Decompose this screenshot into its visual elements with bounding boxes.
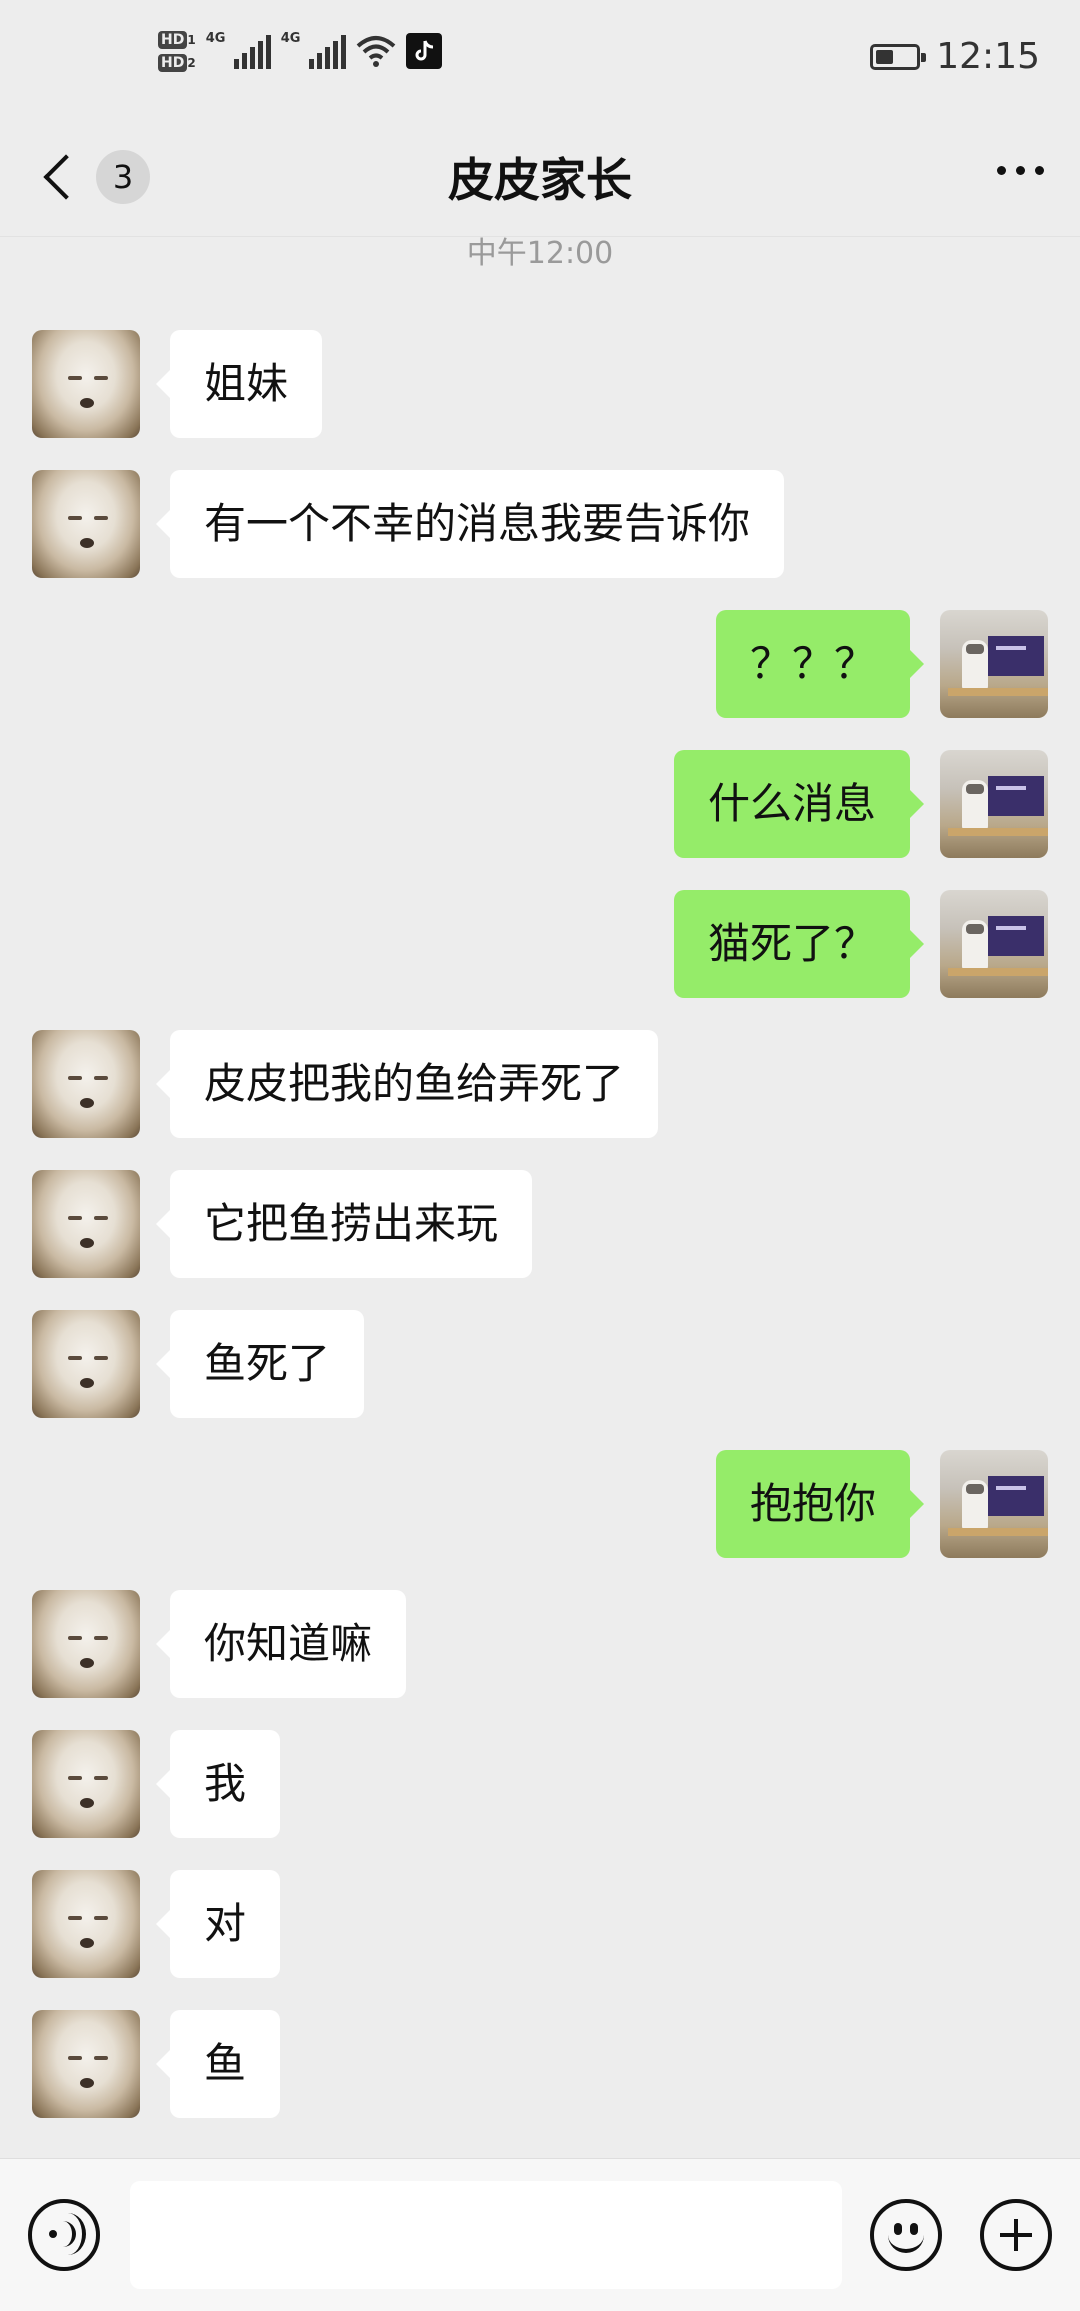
input-bar bbox=[0, 2158, 1080, 2311]
incoming-message-bubble[interactable]: 皮皮把我的鱼给弄死了 bbox=[156, 1030, 658, 1138]
signal-icon-2: 4G bbox=[280, 31, 346, 69]
more-dot bbox=[1035, 166, 1044, 175]
self-avatar[interactable] bbox=[940, 890, 1048, 998]
more-dot bbox=[997, 166, 1006, 175]
contact-avatar[interactable] bbox=[32, 1310, 140, 1418]
message-row: 皮皮把我的鱼给弄死了 bbox=[0, 1030, 1080, 1138]
signal-icon: 4G bbox=[205, 31, 271, 69]
message-row: 姐妹 bbox=[0, 330, 1080, 438]
message-row: 我 bbox=[0, 1730, 1080, 1838]
time-separator: 中午12:00 bbox=[466, 236, 614, 271]
message-input[interactable] bbox=[130, 2181, 842, 2289]
battery-icon bbox=[870, 43, 927, 70]
contact-avatar[interactable] bbox=[32, 1590, 140, 1698]
message-row: 抱抱你 bbox=[0, 1450, 1080, 1558]
network-type-label-2: 4G bbox=[280, 31, 301, 46]
self-avatar[interactable] bbox=[940, 610, 1048, 718]
message-row: 鱼 bbox=[0, 2010, 1080, 2118]
incoming-message-bubble[interactable]: 我 bbox=[156, 1730, 280, 1838]
message-row: 你知道嘛 bbox=[0, 1590, 1080, 1698]
hd1-sub: 1 bbox=[187, 33, 196, 47]
message-row: 对 bbox=[0, 1870, 1080, 1978]
tiktok-icon bbox=[405, 33, 442, 69]
hd2-label: HD bbox=[158, 54, 188, 72]
network-type-label: 4G bbox=[205, 31, 226, 46]
message-row: ？？？ bbox=[0, 610, 1080, 718]
self-avatar[interactable] bbox=[940, 1450, 1048, 1558]
hd-indicator: HD 1 HD 2 bbox=[158, 30, 196, 72]
message-row: 有一个不幸的消息我要告诉你 bbox=[0, 470, 1080, 578]
contact-avatar[interactable] bbox=[32, 470, 140, 578]
incoming-message-bubble[interactable]: 有一个不幸的消息我要告诉你 bbox=[156, 470, 784, 578]
more-dot bbox=[1016, 166, 1025, 175]
chat-header: 3 皮皮家长 bbox=[0, 118, 1080, 237]
contact-avatar[interactable] bbox=[32, 1870, 140, 1978]
contact-avatar[interactable] bbox=[32, 1030, 140, 1138]
message-row: 它把鱼捞出来玩 bbox=[0, 1170, 1080, 1278]
incoming-message-bubble[interactable]: 它把鱼捞出来玩 bbox=[156, 1170, 532, 1278]
incoming-message-bubble[interactable]: 鱼 bbox=[156, 2010, 280, 2118]
status-time: 12:15 bbox=[936, 36, 1040, 77]
status-left: HD 1 HD 2 4G 4G bbox=[158, 30, 442, 72]
contact-avatar[interactable] bbox=[32, 1170, 140, 1278]
incoming-message-bubble[interactable]: 你知道嘛 bbox=[156, 1590, 406, 1698]
chat-title: 皮皮家长 bbox=[448, 153, 632, 207]
message-row: 猫死了？ bbox=[0, 890, 1080, 998]
outgoing-message-bubble[interactable]: ？？？ bbox=[716, 610, 924, 718]
message-row: 什么消息 bbox=[0, 750, 1080, 858]
incoming-message-bubble[interactable]: 姐妹 bbox=[156, 330, 322, 438]
incoming-message-bubble[interactable]: 对 bbox=[156, 1870, 280, 1978]
contact-avatar[interactable] bbox=[32, 1730, 140, 1838]
contact-avatar[interactable] bbox=[32, 2010, 140, 2118]
outgoing-message-bubble[interactable]: 抱抱你 bbox=[716, 1450, 924, 1558]
message-row: 鱼死了 bbox=[0, 1310, 1080, 1418]
status-bar: HD 1 HD 2 4G 4G 12:15 bbox=[0, 0, 1080, 118]
outgoing-message-bubble[interactable]: 猫死了？ bbox=[674, 890, 924, 998]
voice-button[interactable] bbox=[28, 2199, 100, 2271]
wifi-icon bbox=[356, 36, 396, 67]
status-right: 12:15 bbox=[870, 36, 1040, 77]
contact-avatar[interactable] bbox=[32, 330, 140, 438]
hd2-sub: 2 bbox=[187, 56, 196, 70]
hd1-label: HD bbox=[158, 31, 188, 49]
emoji-button[interactable] bbox=[870, 2199, 942, 2271]
self-avatar[interactable] bbox=[940, 750, 1048, 858]
more-actions-button[interactable] bbox=[980, 2199, 1052, 2271]
outgoing-message-bubble[interactable]: 什么消息 bbox=[674, 750, 924, 858]
incoming-message-bubble[interactable]: 鱼死了 bbox=[156, 1310, 364, 1418]
more-button[interactable] bbox=[997, 166, 1044, 175]
